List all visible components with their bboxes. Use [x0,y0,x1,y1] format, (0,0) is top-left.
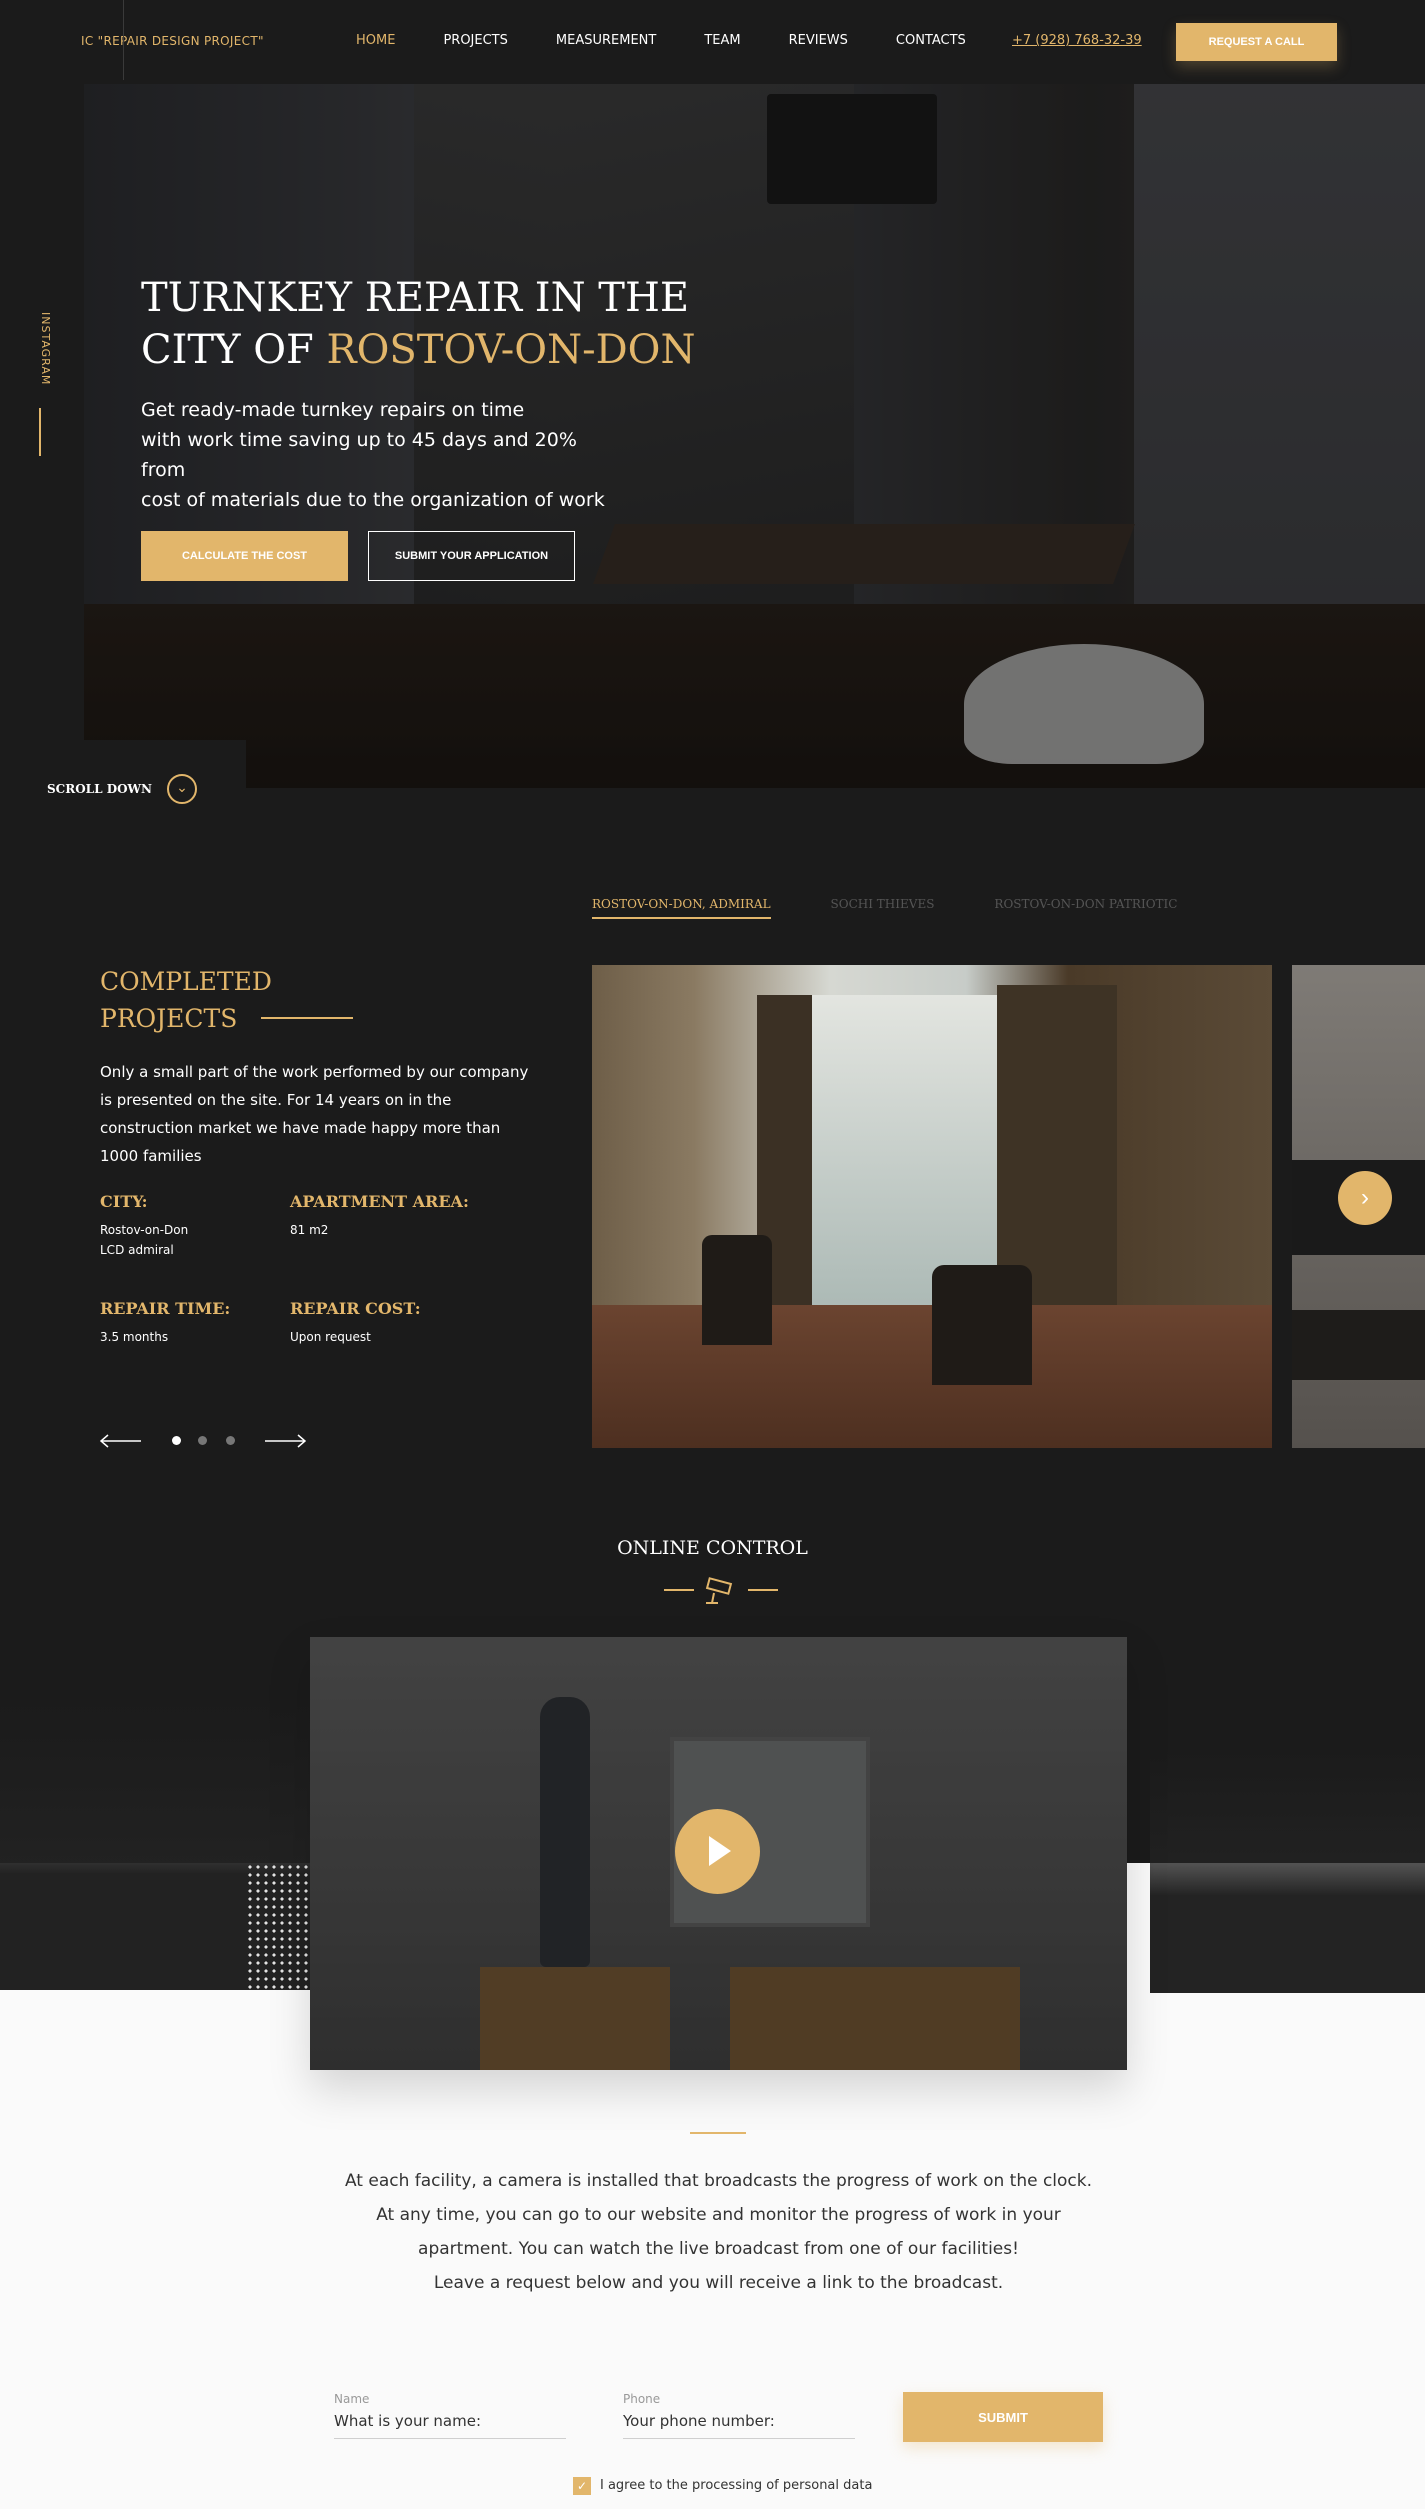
scroll-down-label[interactable]: SCROLL DOWN [47,782,152,796]
area-value: 81 m2 [290,1223,329,1237]
camera-icon [664,1577,778,1604]
nav-measurement[interactable]: MEASUREMENT [556,33,656,48]
project-tabs: ROSTOV-ON-DON, ADMIRAL SOCHI THIEVES ROS… [592,897,1237,919]
slider-dot-2[interactable] [198,1436,207,1445]
projects-title-line2: PROJECTS [100,1004,238,1033]
photo-chair [702,1235,772,1345]
hero-text-line: cost of materials due to the organizatio… [141,489,605,511]
agree-checkbox[interactable]: ✓ [573,2477,591,2495]
city-value: Rostov-on-Don LCD admiral [100,1220,260,1260]
projects-description: Only a small part of the work performed … [100,1063,529,1165]
video-player[interactable] [310,1637,1127,2070]
name-input[interactable] [334,2403,566,2439]
main-nav: HOME PROJECTS MEASUREMENT TEAM REVIEWS C… [356,33,1014,48]
agree-label: I agree to the processing of personal da… [600,2478,873,2493]
hero-text-line: with work time saving up to 45 days and … [141,429,577,481]
submit-button[interactable]: SUBMIT [903,2392,1103,2442]
description-line: At any time, you can go to our website a… [376,2205,1061,2225]
nav-contacts[interactable]: CONTACTS [896,33,966,48]
next-slide-button[interactable]: › [1338,1171,1392,1225]
nav-team[interactable]: TEAM [704,33,740,48]
submit-application-button[interactable]: SUBMIT YOUR APPLICATION [368,531,575,581]
city-silhouette-right [1150,1750,1425,1993]
repair-cost-label: REPAIR COST: [290,1299,421,1318]
repair-cost-value: Upon request [290,1330,371,1344]
area-label: APARTMENT AREA: [290,1192,469,1211]
repair-time-value: 3.5 months [100,1330,169,1344]
hero-title-line1: TURNKEY REPAIR IN THE [141,275,690,321]
hero-title: TURNKEY REPAIR IN THE CITY OF ROSTOV-ON-… [141,272,695,376]
tab-rostov-admiral[interactable]: ROSTOV-ON-DON, ADMIRAL [592,897,771,919]
arrow-left-icon[interactable] [100,1434,142,1448]
phone-input[interactable] [623,2403,855,2439]
hero-description: Get ready-made turnkey repairs on time w… [141,395,611,515]
hero-text-line: Get ready-made turnkey repairs on time [141,399,525,421]
city-value-line2: LCD admiral [100,1243,174,1257]
hero-title-city: ROSTOV-ON-DON [326,327,696,373]
calculate-cost-button[interactable]: CALCULATE THE COST [141,531,348,581]
dots-decoration [246,1863,310,1991]
hero-title-city-prefix: CITY OF [141,327,327,373]
projects-title-line [261,1017,353,1019]
site-logo[interactable]: IC "REPAIR DESIGN PROJECT" [81,34,264,48]
arrow-right-icon[interactable] [264,1434,306,1448]
online-control-title: ONLINE CONTROL [617,1537,808,1559]
description-line: apartment. You can watch the live broadc… [418,2239,1019,2259]
instagram-line [39,408,41,456]
request-call-button[interactable]: REQUEST A CALL [1176,23,1337,61]
nav-home[interactable]: HOME [356,33,395,48]
nav-reviews[interactable]: REVIEWS [789,33,848,48]
city-value-line1: Rostov-on-Don [100,1223,189,1237]
tab-rostov-patriotic[interactable]: ROSTOV-ON-DON PATRIOTIC [994,897,1177,919]
online-control-description: At each facility, a camera is installed … [310,2164,1127,2300]
slider-dot-3[interactable] [226,1436,235,1445]
nav-projects[interactable]: PROJECTS [443,33,507,48]
repair-time-label: REPAIR TIME: [100,1299,231,1318]
slider-dot-1[interactable] [172,1436,181,1445]
projects-title-line1: COMPLETED [100,967,272,996]
project-photo [592,965,1272,1448]
description-line: At each facility, a camera is installed … [344,2171,1093,2191]
play-icon [709,1836,731,1866]
play-button[interactable] [675,1809,760,1894]
city-label: CITY: [100,1192,148,1211]
instagram-label: INSTAGRAM [39,312,52,386]
projects-title: COMPLETED PROJECTS [100,963,400,1037]
hero-title-line2: CITY OF ROSTOV-ON-DON [141,324,695,376]
section-divider [690,2132,746,2134]
header-divider [123,0,124,80]
chevron-down-icon[interactable]: ⌄ [167,774,197,804]
tab-sochi-thieves[interactable]: SOCHI THIEVES [831,897,935,919]
photo-cabinet [1292,1310,1425,1380]
description-line: Leave a request below and you will recei… [433,2273,1004,2293]
phone-link[interactable]: +7 (928) 768-32-39 [1012,33,1142,48]
instagram-link[interactable]: INSTAGRAM [28,312,52,402]
photo-chair [932,1265,1032,1385]
site-header: IC "REPAIR DESIGN PROJECT" HOME PROJECTS… [0,0,1425,84]
